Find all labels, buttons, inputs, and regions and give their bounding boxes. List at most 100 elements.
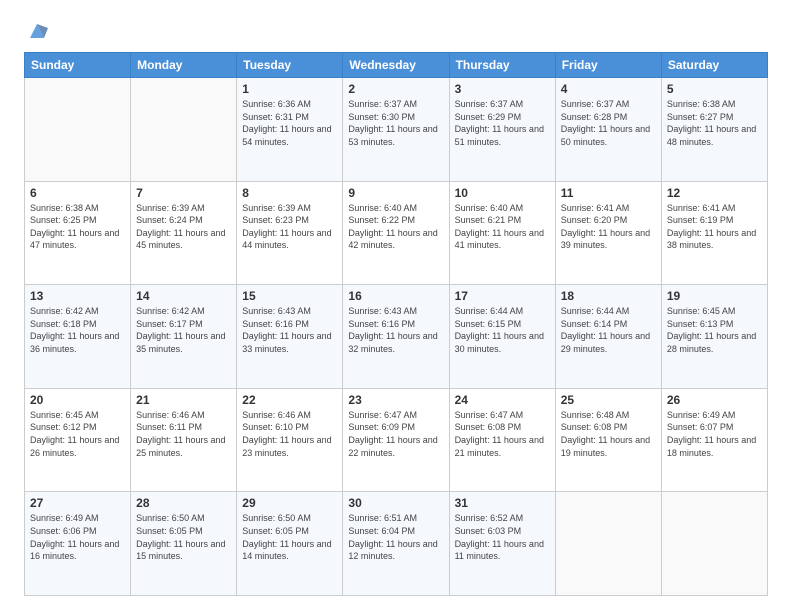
day-number: 5 bbox=[667, 82, 762, 96]
day-info: Sunrise: 6:42 AMSunset: 6:17 PMDaylight:… bbox=[136, 305, 231, 355]
day-number: 22 bbox=[242, 393, 337, 407]
day-info: Sunrise: 6:49 AMSunset: 6:06 PMDaylight:… bbox=[30, 512, 125, 562]
day-info: Sunrise: 6:39 AMSunset: 6:23 PMDaylight:… bbox=[242, 202, 337, 252]
day-number: 10 bbox=[455, 186, 550, 200]
day-cell: 30 Sunrise: 6:51 AMSunset: 6:04 PMDaylig… bbox=[343, 492, 449, 596]
day-cell: 17 Sunrise: 6:44 AMSunset: 6:15 PMDaylig… bbox=[449, 285, 555, 389]
day-info: Sunrise: 6:37 AMSunset: 6:29 PMDaylight:… bbox=[455, 98, 550, 148]
day-number: 27 bbox=[30, 496, 125, 510]
weekday-saturday: Saturday bbox=[661, 53, 767, 78]
day-cell bbox=[661, 492, 767, 596]
day-number: 21 bbox=[136, 393, 231, 407]
day-number: 25 bbox=[561, 393, 656, 407]
day-info: Sunrise: 6:49 AMSunset: 6:07 PMDaylight:… bbox=[667, 409, 762, 459]
day-info: Sunrise: 6:41 AMSunset: 6:20 PMDaylight:… bbox=[561, 202, 656, 252]
day-cell: 15 Sunrise: 6:43 AMSunset: 6:16 PMDaylig… bbox=[237, 285, 343, 389]
day-number: 4 bbox=[561, 82, 656, 96]
day-cell: 9 Sunrise: 6:40 AMSunset: 6:22 PMDayligh… bbox=[343, 181, 449, 285]
day-info: Sunrise: 6:46 AMSunset: 6:11 PMDaylight:… bbox=[136, 409, 231, 459]
day-info: Sunrise: 6:38 AMSunset: 6:27 PMDaylight:… bbox=[667, 98, 762, 148]
day-number: 1 bbox=[242, 82, 337, 96]
day-cell: 5 Sunrise: 6:38 AMSunset: 6:27 PMDayligh… bbox=[661, 78, 767, 182]
day-info: Sunrise: 6:36 AMSunset: 6:31 PMDaylight:… bbox=[242, 98, 337, 148]
day-number: 8 bbox=[242, 186, 337, 200]
day-cell: 6 Sunrise: 6:38 AMSunset: 6:25 PMDayligh… bbox=[25, 181, 131, 285]
day-info: Sunrise: 6:38 AMSunset: 6:25 PMDaylight:… bbox=[30, 202, 125, 252]
day-cell: 11 Sunrise: 6:41 AMSunset: 6:20 PMDaylig… bbox=[555, 181, 661, 285]
day-cell: 20 Sunrise: 6:45 AMSunset: 6:12 PMDaylig… bbox=[25, 388, 131, 492]
week-row-4: 20 Sunrise: 6:45 AMSunset: 6:12 PMDaylig… bbox=[25, 388, 768, 492]
day-cell: 7 Sunrise: 6:39 AMSunset: 6:24 PMDayligh… bbox=[131, 181, 237, 285]
day-cell bbox=[131, 78, 237, 182]
day-info: Sunrise: 6:50 AMSunset: 6:05 PMDaylight:… bbox=[136, 512, 231, 562]
calendar-table: SundayMondayTuesdayWednesdayThursdayFrid… bbox=[24, 52, 768, 596]
header bbox=[24, 20, 768, 42]
day-info: Sunrise: 6:50 AMSunset: 6:05 PMDaylight:… bbox=[242, 512, 337, 562]
day-info: Sunrise: 6:44 AMSunset: 6:15 PMDaylight:… bbox=[455, 305, 550, 355]
weekday-header-row: SundayMondayTuesdayWednesdayThursdayFrid… bbox=[25, 53, 768, 78]
day-cell: 1 Sunrise: 6:36 AMSunset: 6:31 PMDayligh… bbox=[237, 78, 343, 182]
day-cell bbox=[25, 78, 131, 182]
day-cell: 18 Sunrise: 6:44 AMSunset: 6:14 PMDaylig… bbox=[555, 285, 661, 389]
day-info: Sunrise: 6:39 AMSunset: 6:24 PMDaylight:… bbox=[136, 202, 231, 252]
day-number: 15 bbox=[242, 289, 337, 303]
day-info: Sunrise: 6:43 AMSunset: 6:16 PMDaylight:… bbox=[242, 305, 337, 355]
day-cell: 14 Sunrise: 6:42 AMSunset: 6:17 PMDaylig… bbox=[131, 285, 237, 389]
day-number: 13 bbox=[30, 289, 125, 303]
day-cell: 27 Sunrise: 6:49 AMSunset: 6:06 PMDaylig… bbox=[25, 492, 131, 596]
day-number: 30 bbox=[348, 496, 443, 510]
weekday-thursday: Thursday bbox=[449, 53, 555, 78]
day-info: Sunrise: 6:47 AMSunset: 6:08 PMDaylight:… bbox=[455, 409, 550, 459]
day-number: 28 bbox=[136, 496, 231, 510]
day-info: Sunrise: 6:45 AMSunset: 6:12 PMDaylight:… bbox=[30, 409, 125, 459]
day-cell: 25 Sunrise: 6:48 AMSunset: 6:08 PMDaylig… bbox=[555, 388, 661, 492]
weekday-monday: Monday bbox=[131, 53, 237, 78]
day-cell: 13 Sunrise: 6:42 AMSunset: 6:18 PMDaylig… bbox=[25, 285, 131, 389]
day-info: Sunrise: 6:40 AMSunset: 6:21 PMDaylight:… bbox=[455, 202, 550, 252]
day-cell: 29 Sunrise: 6:50 AMSunset: 6:05 PMDaylig… bbox=[237, 492, 343, 596]
day-number: 31 bbox=[455, 496, 550, 510]
weekday-tuesday: Tuesday bbox=[237, 53, 343, 78]
day-number: 12 bbox=[667, 186, 762, 200]
day-info: Sunrise: 6:45 AMSunset: 6:13 PMDaylight:… bbox=[667, 305, 762, 355]
day-info: Sunrise: 6:46 AMSunset: 6:10 PMDaylight:… bbox=[242, 409, 337, 459]
day-info: Sunrise: 6:43 AMSunset: 6:16 PMDaylight:… bbox=[348, 305, 443, 355]
week-row-3: 13 Sunrise: 6:42 AMSunset: 6:18 PMDaylig… bbox=[25, 285, 768, 389]
day-cell: 24 Sunrise: 6:47 AMSunset: 6:08 PMDaylig… bbox=[449, 388, 555, 492]
day-number: 17 bbox=[455, 289, 550, 303]
day-number: 9 bbox=[348, 186, 443, 200]
weekday-wednesday: Wednesday bbox=[343, 53, 449, 78]
day-cell: 21 Sunrise: 6:46 AMSunset: 6:11 PMDaylig… bbox=[131, 388, 237, 492]
day-number: 7 bbox=[136, 186, 231, 200]
logo-icon bbox=[26, 20, 48, 42]
day-number: 16 bbox=[348, 289, 443, 303]
day-cell: 28 Sunrise: 6:50 AMSunset: 6:05 PMDaylig… bbox=[131, 492, 237, 596]
day-number: 3 bbox=[455, 82, 550, 96]
day-cell: 2 Sunrise: 6:37 AMSunset: 6:30 PMDayligh… bbox=[343, 78, 449, 182]
day-number: 20 bbox=[30, 393, 125, 407]
week-row-5: 27 Sunrise: 6:49 AMSunset: 6:06 PMDaylig… bbox=[25, 492, 768, 596]
logo bbox=[24, 20, 50, 42]
day-number: 19 bbox=[667, 289, 762, 303]
day-info: Sunrise: 6:44 AMSunset: 6:14 PMDaylight:… bbox=[561, 305, 656, 355]
day-number: 29 bbox=[242, 496, 337, 510]
day-info: Sunrise: 6:52 AMSunset: 6:03 PMDaylight:… bbox=[455, 512, 550, 562]
day-cell: 26 Sunrise: 6:49 AMSunset: 6:07 PMDaylig… bbox=[661, 388, 767, 492]
day-info: Sunrise: 6:37 AMSunset: 6:28 PMDaylight:… bbox=[561, 98, 656, 148]
day-info: Sunrise: 6:47 AMSunset: 6:09 PMDaylight:… bbox=[348, 409, 443, 459]
day-cell: 10 Sunrise: 6:40 AMSunset: 6:21 PMDaylig… bbox=[449, 181, 555, 285]
day-cell: 8 Sunrise: 6:39 AMSunset: 6:23 PMDayligh… bbox=[237, 181, 343, 285]
day-cell: 19 Sunrise: 6:45 AMSunset: 6:13 PMDaylig… bbox=[661, 285, 767, 389]
day-cell bbox=[555, 492, 661, 596]
day-cell: 23 Sunrise: 6:47 AMSunset: 6:09 PMDaylig… bbox=[343, 388, 449, 492]
day-number: 6 bbox=[30, 186, 125, 200]
day-info: Sunrise: 6:40 AMSunset: 6:22 PMDaylight:… bbox=[348, 202, 443, 252]
calendar-page: SundayMondayTuesdayWednesdayThursdayFrid… bbox=[0, 0, 792, 612]
day-number: 2 bbox=[348, 82, 443, 96]
day-info: Sunrise: 6:37 AMSunset: 6:30 PMDaylight:… bbox=[348, 98, 443, 148]
day-number: 24 bbox=[455, 393, 550, 407]
week-row-1: 1 Sunrise: 6:36 AMSunset: 6:31 PMDayligh… bbox=[25, 78, 768, 182]
day-cell: 22 Sunrise: 6:46 AMSunset: 6:10 PMDaylig… bbox=[237, 388, 343, 492]
weekday-sunday: Sunday bbox=[25, 53, 131, 78]
day-info: Sunrise: 6:42 AMSunset: 6:18 PMDaylight:… bbox=[30, 305, 125, 355]
